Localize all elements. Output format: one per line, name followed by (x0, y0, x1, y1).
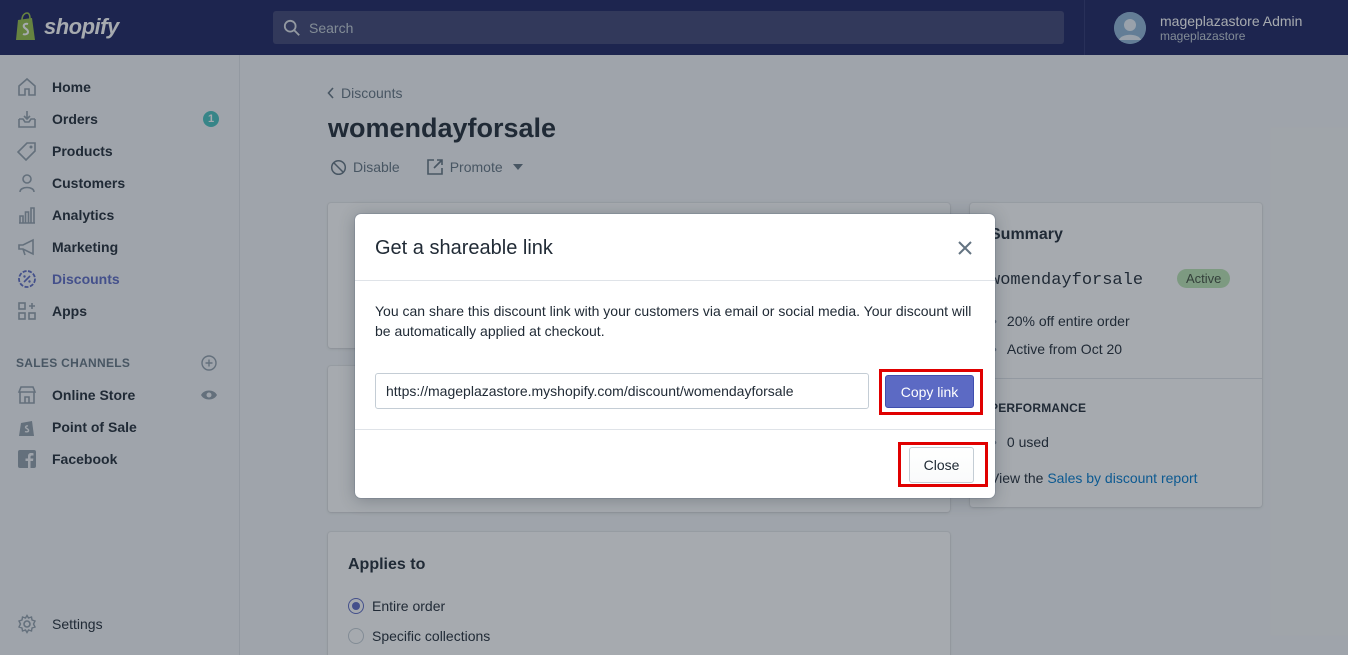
modal-footer: Close (355, 429, 995, 498)
shareable-link-field[interactable] (375, 373, 869, 409)
close-icon (958, 241, 972, 255)
copy-link-button[interactable]: Copy link (885, 375, 974, 408)
shareable-link-modal: Get a shareable link You can share this … (355, 214, 995, 498)
close-icon-button[interactable] (953, 236, 977, 260)
close-button[interactable]: Close (909, 447, 974, 483)
modal-header: Get a shareable link (355, 214, 995, 281)
modal-description: You can share this discount link with yo… (375, 303, 972, 339)
modal-title: Get a shareable link (375, 237, 553, 259)
